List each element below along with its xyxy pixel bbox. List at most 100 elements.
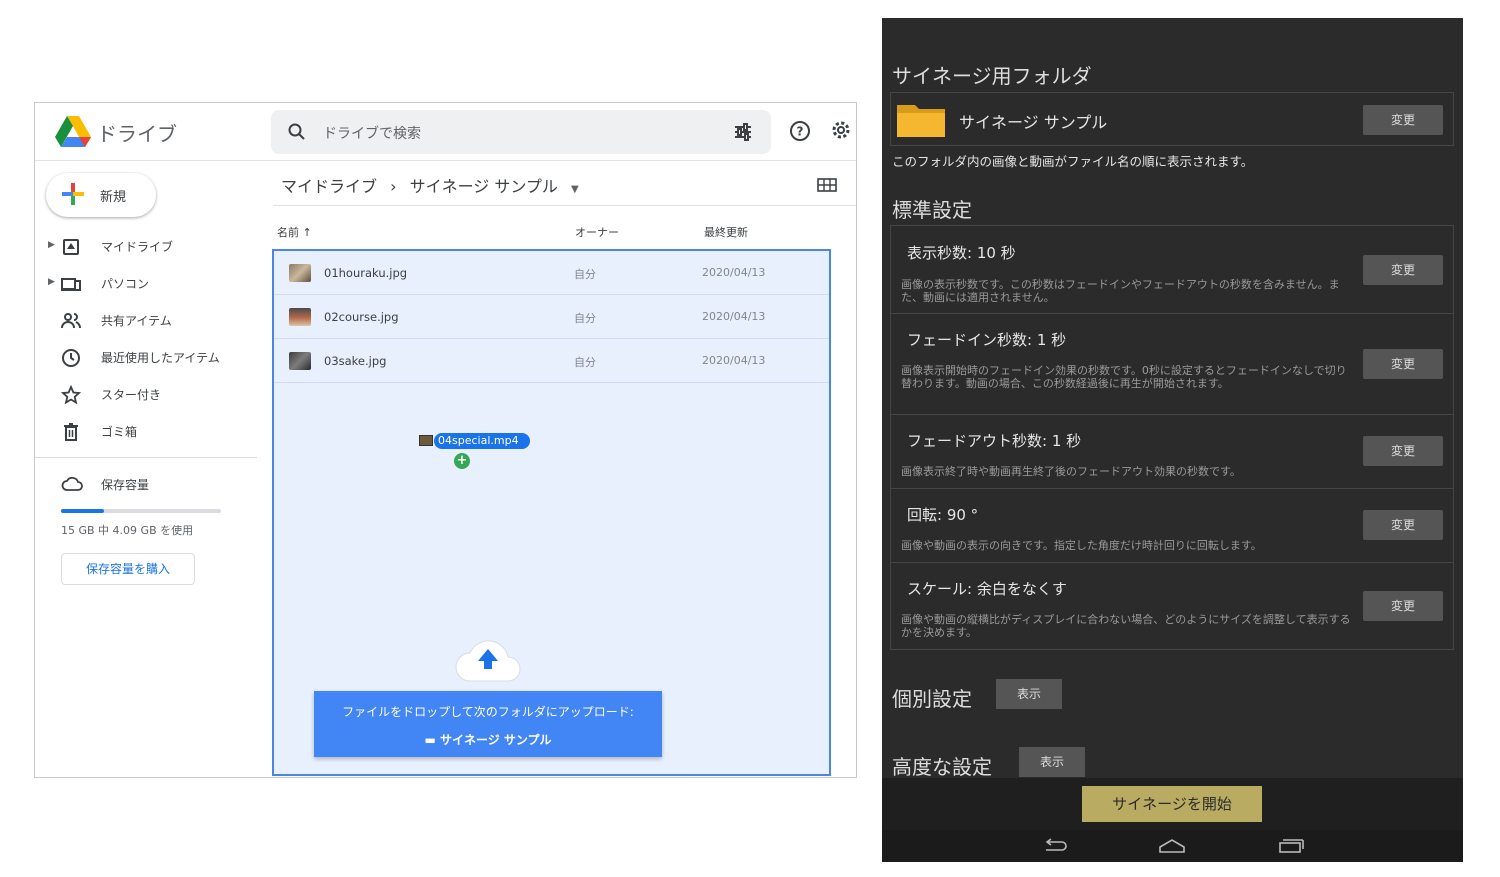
breadcrumb: マイドライブ › サイネージ サンプル ▼ xyxy=(281,173,587,197)
drive-header: ドライブ ドライブで検索 ? xyxy=(35,103,856,161)
setting-fade-in: フェードイン秒数: 1 秒 画像表示開始時のフェードイン効果の秒数です。0秒に設… xyxy=(891,314,1453,415)
file-modified: 2020/04/13 xyxy=(702,310,766,323)
breadcrumb-separator: › xyxy=(390,177,397,196)
setting-fade-out: フェードアウト秒数: 1 秒 画像表示終了時や動画再生終了後のフェードアウト効果… xyxy=(891,415,1453,489)
storage-usage-text: 15 GB 中 4.09 GB を使用 xyxy=(61,524,194,537)
table-row[interactable]: 03sake.jpg 自分 2020/04/13 xyxy=(274,339,829,383)
shared-icon xyxy=(61,313,81,329)
sidebar-item-label: ゴミ箱 xyxy=(101,425,138,439)
upload-drop-toast: ファイルをドロップして次のフォルダにアップロード: ▬ サイネージ サンプル xyxy=(314,691,662,757)
sidebar-item-computers[interactable]: ▶ パソコン xyxy=(35,268,269,298)
file-name: 03sake.jpg xyxy=(324,354,387,368)
file-modified: 2020/04/13 xyxy=(702,354,766,367)
breadcrumb-current[interactable]: サイネージ サンプル xyxy=(410,177,558,196)
file-name: 01houraku.jpg xyxy=(324,266,408,280)
new-button[interactable]: 新規 xyxy=(46,173,156,217)
column-name-label: 名前 xyxy=(277,226,299,239)
column-modified[interactable]: 最終更新 xyxy=(704,224,748,240)
setting-description: 画像や動画の表示の向きです。指定した角度だけ時計回りに回転します。 xyxy=(901,539,1262,552)
add-plus-icon: + xyxy=(454,453,470,469)
grid-view-icon[interactable] xyxy=(817,177,837,193)
standard-settings-heading: 標準設定 xyxy=(892,198,972,222)
search-input[interactable]: ドライブで検索 xyxy=(323,123,421,143)
expand-arrow-icon[interactable]: ▶ xyxy=(48,277,55,287)
back-icon[interactable] xyxy=(1042,838,1068,854)
app-title: ドライブ xyxy=(97,122,177,146)
trash-icon xyxy=(64,423,78,441)
svg-text:?: ? xyxy=(797,125,804,139)
my-drive-icon xyxy=(63,239,79,255)
change-button[interactable]: 変更 xyxy=(1363,591,1443,621)
cloud-icon xyxy=(61,476,83,491)
show-advanced-button[interactable]: 表示 xyxy=(1019,747,1085,777)
change-button[interactable]: 変更 xyxy=(1363,349,1443,379)
table-row[interactable]: 02course.jpg 自分 2020/04/13 xyxy=(274,295,829,339)
toast-folder-name: サイネージ サンプル xyxy=(439,733,552,747)
table-row[interactable]: 01houraku.jpg 自分 2020/04/13 xyxy=(274,251,829,295)
search-icon[interactable] xyxy=(287,122,307,142)
setting-title: 回転: 90 ° xyxy=(907,506,979,524)
storage-label[interactable]: 保存容量 xyxy=(101,476,149,493)
sidebar-item-trash[interactable]: ゴミ箱 xyxy=(35,416,269,446)
search-bar[interactable]: ドライブで検索 xyxy=(271,110,771,154)
file-owner: 自分 xyxy=(574,356,596,369)
folder-icon xyxy=(897,105,945,137)
buy-storage-button[interactable]: 保存容量を購入 xyxy=(61,553,195,585)
file-name: 02course.jpg xyxy=(324,310,399,324)
setting-description: 画像や動画の縦横比がディスプレイに合わない場合、どのようにサイズを調整して表示す… xyxy=(901,613,1351,639)
folder-heading: サイネージ用フォルダ xyxy=(892,64,1092,88)
plus-icon xyxy=(62,183,84,205)
settings-gear-icon[interactable] xyxy=(830,119,852,141)
setting-title: 表示秒数: 10 秒 xyxy=(907,244,1016,262)
file-owner: 自分 xyxy=(574,312,596,325)
start-signage-button[interactable]: サイネージを開始 xyxy=(1082,786,1262,822)
change-folder-button[interactable]: 変更 xyxy=(1363,105,1443,135)
show-individual-button[interactable]: 表示 xyxy=(996,679,1062,709)
change-button[interactable]: 変更 xyxy=(1363,510,1443,540)
sidebar-item-recent[interactable]: 最近使用したアイテム xyxy=(35,342,269,372)
clock-icon xyxy=(62,349,80,367)
sidebar-item-label: 共有アイテム xyxy=(101,314,172,328)
setting-description: 画像表示終了時や動画再生終了後のフェードアウト効果の秒数です。 xyxy=(901,465,1241,478)
sidebar-item-label: 最近使用したアイテム xyxy=(101,351,220,365)
folder-name: サイネージ サンプル xyxy=(959,113,1108,132)
sidebar-item-my-drive[interactable]: ▶ マイドライブ xyxy=(35,231,269,261)
sidebar-item-label: パソコン xyxy=(101,277,150,291)
setting-title: スケール: 余白をなくす xyxy=(907,580,1067,598)
individual-settings-heading: 個別設定 xyxy=(892,687,972,711)
sidebar-item-label: スター付き xyxy=(101,388,162,402)
change-button[interactable]: 変更 xyxy=(1363,436,1443,466)
sidebar-item-starred[interactable]: スター付き xyxy=(35,379,269,409)
change-button[interactable]: 変更 xyxy=(1363,255,1443,285)
home-icon[interactable] xyxy=(1158,838,1186,854)
column-name[interactable]: 名前 ↑ xyxy=(277,224,312,240)
file-drop-zone[interactable]: 01houraku.jpg 自分 2020/04/13 02course.jpg… xyxy=(272,249,831,776)
help-icon[interactable]: ? xyxy=(789,120,811,142)
sidebar: 新規 ▶ マイドライブ ▶ パソコン 共有アイテム 最近使用したアイテム スター… xyxy=(35,162,269,777)
new-button-label: 新規 xyxy=(100,190,127,205)
setting-scale: スケール: 余白をなくす 画像や動画の縦横比がディスプレイに合わない場合、どのよ… xyxy=(891,563,1453,649)
dragged-file-thumbnail-icon xyxy=(419,435,433,446)
folder-note: このフォルダ内の画像と動画がファイル名の順に表示されます。 xyxy=(892,154,1254,169)
dragged-file-chip[interactable]: 04special.mp4 xyxy=(434,433,530,449)
image-thumbnail-icon xyxy=(289,308,311,326)
star-icon xyxy=(61,385,81,405)
breadcrumb-root[interactable]: マイドライブ xyxy=(281,177,377,196)
setting-title: フェードイン秒数: 1 秒 xyxy=(907,331,1067,349)
chevron-down-icon[interactable]: ▼ xyxy=(571,184,579,195)
column-owner[interactable]: オーナー xyxy=(575,224,619,240)
expand-arrow-icon[interactable]: ▶ xyxy=(48,240,55,250)
sidebar-divider xyxy=(35,457,257,458)
sidebar-item-label: マイドライブ xyxy=(101,240,174,254)
search-options-icon[interactable] xyxy=(733,122,753,142)
drive-logo-icon[interactable] xyxy=(55,116,91,148)
bottom-action-bar: サイネージを開始 xyxy=(882,778,1463,830)
sort-arrow-up-icon[interactable]: ↑ xyxy=(303,226,312,239)
image-thumbnail-icon xyxy=(289,352,311,370)
sidebar-item-shared[interactable]: 共有アイテム xyxy=(35,305,269,335)
recent-apps-icon[interactable] xyxy=(1278,838,1304,854)
toast-message: ファイルをドロップして次のフォルダにアップロード: xyxy=(342,705,634,719)
advanced-settings-heading: 高度な設定 xyxy=(892,755,992,779)
setting-rotation: 回転: 90 ° 画像や動画の表示の向きです。指定した角度だけ時計回りに回転しま… xyxy=(891,489,1453,563)
toast-folder: ▬ サイネージ サンプル xyxy=(314,731,662,748)
